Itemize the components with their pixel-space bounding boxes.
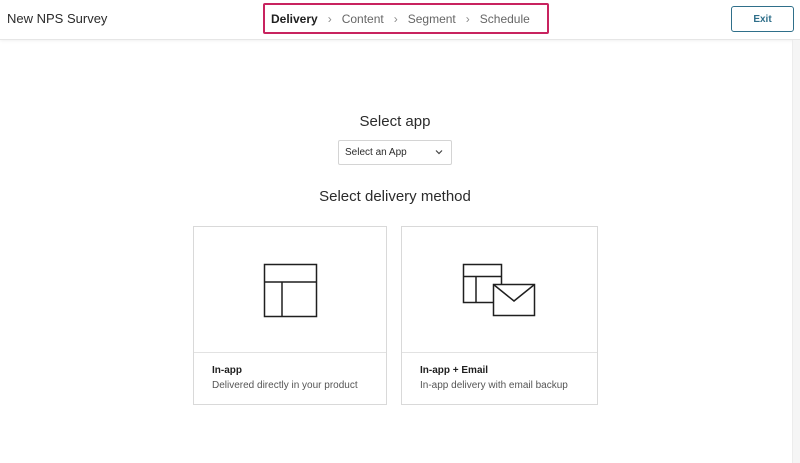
step-segment[interactable]: Segment bbox=[408, 12, 456, 26]
chevron-right-icon: › bbox=[465, 11, 470, 26]
option-description: Delivered directly in your product bbox=[212, 380, 358, 391]
option-title: In-app + Email bbox=[420, 365, 489, 376]
step-delivery[interactable]: Delivery bbox=[271, 12, 318, 26]
scrollbar[interactable] bbox=[792, 40, 800, 463]
layout-window-icon bbox=[263, 263, 318, 318]
delivery-option-in-app[interactable]: In-app Delivered directly in your produc… bbox=[193, 226, 387, 405]
step-schedule[interactable]: Schedule bbox=[480, 12, 530, 26]
option-title: In-app bbox=[212, 365, 242, 376]
step-breadcrumb: Delivery › Content › Segment › Schedule bbox=[263, 3, 549, 34]
app-select[interactable]: Select an App bbox=[338, 140, 452, 165]
chevron-down-icon bbox=[435, 150, 443, 155]
top-bar: New NPS Survey Delivery › Content › Segm… bbox=[0, 0, 800, 40]
chevron-right-icon: › bbox=[393, 11, 398, 26]
app-select-value: Select an App bbox=[345, 147, 407, 158]
layout-window-envelope-icon bbox=[462, 263, 536, 317]
delivery-method-heading: Select delivery method bbox=[319, 188, 471, 205]
select-app-heading: Select app bbox=[359, 113, 431, 130]
exit-button[interactable]: Exit bbox=[731, 6, 794, 32]
step-content[interactable]: Content bbox=[342, 12, 384, 26]
page-title: New NPS Survey bbox=[7, 11, 108, 26]
chevron-right-icon: › bbox=[327, 11, 332, 26]
card-illustration bbox=[194, 227, 386, 353]
delivery-option-in-app-email[interactable]: In-app + Email In-app delivery with emai… bbox=[401, 226, 598, 405]
option-description: In-app delivery with email backup bbox=[420, 380, 568, 391]
card-illustration bbox=[402, 227, 597, 353]
